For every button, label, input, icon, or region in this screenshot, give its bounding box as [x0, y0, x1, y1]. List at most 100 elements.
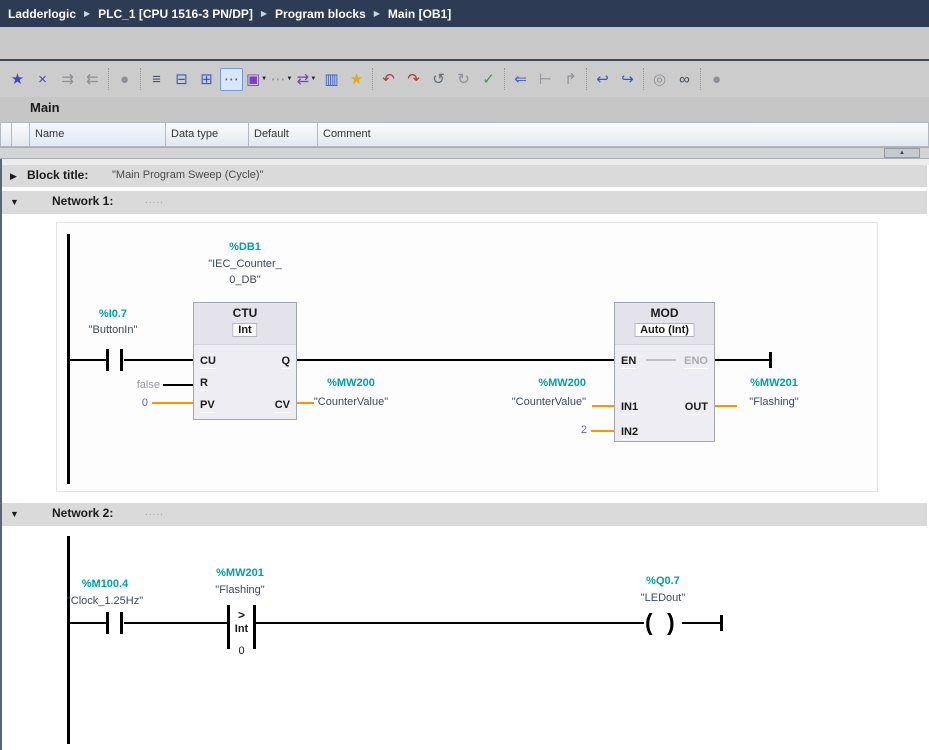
wire-end-tick: [720, 615, 723, 631]
wire: [68, 622, 106, 624]
contact-buttonin[interactable]: [106, 349, 109, 371]
cv-output-address[interactable]: %MW200: [305, 376, 397, 390]
delete-row-icon[interactable]: ⇇: [81, 68, 104, 91]
mod-block[interactable]: MOD Auto (Int) EN ENO IN1 IN2 OUT: [614, 302, 715, 442]
out-address[interactable]: %MW201: [735, 376, 813, 390]
pin-in1[interactable]: IN1: [621, 401, 638, 415]
dropdown-arrow-icon[interactable]: ▼: [261, 69, 267, 90]
keep-operands-icon[interactable]: ●: [113, 68, 136, 91]
coil-name[interactable]: "LEDout": [613, 591, 713, 605]
update-block-call-icon[interactable]: ↺: [427, 68, 450, 91]
insert-row-icon[interactable]: ⇉: [56, 68, 79, 91]
collapse-interface-button[interactable]: ▲: [884, 148, 920, 158]
operand-name[interactable]: "ButtonIn": [63, 323, 163, 337]
network-sequence-icon[interactable]: ≡: [145, 68, 168, 91]
in1-address[interactable]: %MW200: [470, 376, 586, 390]
pin-r[interactable]: R: [200, 377, 208, 391]
consistency-check-icon[interactable]: ✓: [477, 68, 500, 91]
pin-q[interactable]: Q: [281, 355, 290, 369]
next-error-icon[interactable]: ↷: [402, 68, 425, 91]
symbol-info-icon[interactable]: ⇄▼: [295, 68, 318, 91]
pin-pv[interactable]: PV: [200, 399, 215, 413]
network2-comment-placeholder[interactable]: .....: [145, 507, 164, 518]
coil-address[interactable]: %Q0.7: [613, 574, 713, 588]
comparator-value[interactable]: 0: [227, 645, 256, 657]
close-branch-icon-glyph: ↱: [564, 69, 577, 90]
goto-definition-icon[interactable]: ⇐: [509, 68, 532, 91]
out-name[interactable]: "Flashing": [728, 395, 820, 409]
in2-value[interactable]: 2: [557, 423, 587, 437]
pin-out[interactable]: OUT: [685, 401, 708, 415]
comparator-name[interactable]: "Flashing": [190, 583, 290, 597]
network1-canvas: [56, 222, 878, 492]
pin-en[interactable]: EN: [621, 355, 636, 369]
operand-display-icon[interactable]: ▣▼: [245, 68, 268, 91]
monitoring-icon[interactable]: ∞: [673, 68, 696, 91]
jump-next-icon[interactable]: ↪: [616, 68, 639, 91]
db-name-line1[interactable]: "IEC_Counter_: [185, 257, 305, 271]
contact-clock[interactable]: [106, 612, 109, 634]
insert-row-icon-glyph: ⇉: [61, 69, 74, 90]
expand-networks-icon[interactable]: ⊟: [170, 68, 193, 91]
breadcrumb-item[interactable]: PLC_1 [CPU 1516-3 PN/DP]: [98, 7, 253, 21]
collapse-networks-icon[interactable]: ⊞: [195, 68, 218, 91]
jump-next-icon-glyph: ↪: [621, 69, 634, 90]
monitoring-icon-glyph: ∞: [679, 69, 690, 90]
comparator-operator[interactable]: >: [227, 608, 256, 622]
in1-name[interactable]: "CounterValue": [470, 395, 586, 409]
pin-eno[interactable]: ENO: [684, 355, 708, 369]
pin-in2[interactable]: IN2: [621, 426, 638, 440]
operand-address[interactable]: %M100.4: [55, 577, 155, 591]
comparator-type[interactable]: Int: [227, 623, 256, 635]
previous-error-icon[interactable]: ↶: [377, 68, 400, 91]
network2-header-row: ▼ Network 2: .....: [2, 503, 927, 526]
favorites-icon[interactable]: ★: [345, 68, 368, 91]
breadcrumb-item[interactable]: Program blocks: [275, 7, 366, 21]
network2-expander[interactable]: ▼: [10, 509, 19, 519]
data-retain-icon[interactable]: ●: [705, 68, 728, 91]
close-branch-icon[interactable]: ↱: [559, 68, 582, 91]
block-title-row: ▶ Block title: "Main Program Sweep (Cycl…: [2, 165, 927, 187]
comment-display-icon[interactable]: ⋯▼: [270, 68, 293, 91]
comments-toggle-icon[interactable]: ⋯: [220, 68, 243, 91]
cv-output-name[interactable]: "CounterValue": [305, 395, 397, 409]
jump-previous-icon[interactable]: ↩: [591, 68, 614, 91]
network1-expander[interactable]: ▼: [10, 197, 19, 207]
insert-statement-icon[interactable]: ⊢: [534, 68, 557, 91]
pin-cv[interactable]: CV: [275, 399, 290, 413]
refresh-call-icon[interactable]: ↻: [452, 68, 475, 91]
breadcrumb-item[interactable]: Ladderlogic: [8, 7, 76, 21]
db-address[interactable]: %DB1: [185, 240, 305, 254]
interface-splitter[interactable]: [0, 147, 929, 159]
block-title-label: Block title:: [27, 168, 88, 182]
dropdown-arrow-icon[interactable]: ▼: [310, 69, 316, 90]
breadcrumb-separator-icon: ▶: [261, 9, 267, 18]
breadcrumb-separator-icon: ▶: [84, 9, 90, 18]
toolbar: ★×⇉⇇●≡⊟⊞⋯▣▼⋯▼⇄▼▥★↶↷↺↻✓⇐⊢↱↩↪◎∞●: [0, 61, 929, 97]
ctu-data-type[interactable]: Int: [232, 323, 257, 337]
coil-ledout[interactable]: ): [667, 608, 675, 636]
breadcrumb-item[interactable]: Main [OB1]: [388, 7, 451, 21]
comparator-address[interactable]: %MW201: [190, 566, 290, 580]
contact-buttonin[interactable]: [120, 349, 123, 371]
network1-comment-placeholder[interactable]: .....: [145, 195, 164, 206]
mod-data-type[interactable]: Auto (Int): [634, 323, 695, 337]
coil-ledout[interactable]: (: [645, 608, 653, 636]
operand-address[interactable]: %I0.7: [63, 307, 163, 321]
ctu-block[interactable]: CTU Int CU R PV Q CV: [193, 302, 297, 420]
wire: [163, 384, 193, 386]
dropdown-arrow-icon[interactable]: ▼: [287, 69, 293, 90]
r-input-value[interactable]: false: [110, 378, 160, 392]
operand-name[interactable]: "Clock_1.25Hz": [55, 594, 155, 608]
delete-network-icon[interactable]: ×: [31, 68, 54, 91]
contact-clock[interactable]: [120, 612, 123, 634]
next-error-icon-glyph: ↷: [407, 69, 420, 90]
block-title-expander[interactable]: ▶: [10, 171, 17, 182]
find-icon[interactable]: ◎: [648, 68, 671, 91]
insert-network-icon[interactable]: ★: [6, 68, 29, 91]
block-interface-icon[interactable]: ▥: [320, 68, 343, 91]
block-title-value[interactable]: "Main Program Sweep (Cycle)": [112, 169, 263, 181]
pv-input-value[interactable]: 0: [118, 396, 148, 410]
pin-cu[interactable]: CU: [200, 355, 216, 369]
db-name-line2[interactable]: 0_DB": [185, 273, 305, 287]
